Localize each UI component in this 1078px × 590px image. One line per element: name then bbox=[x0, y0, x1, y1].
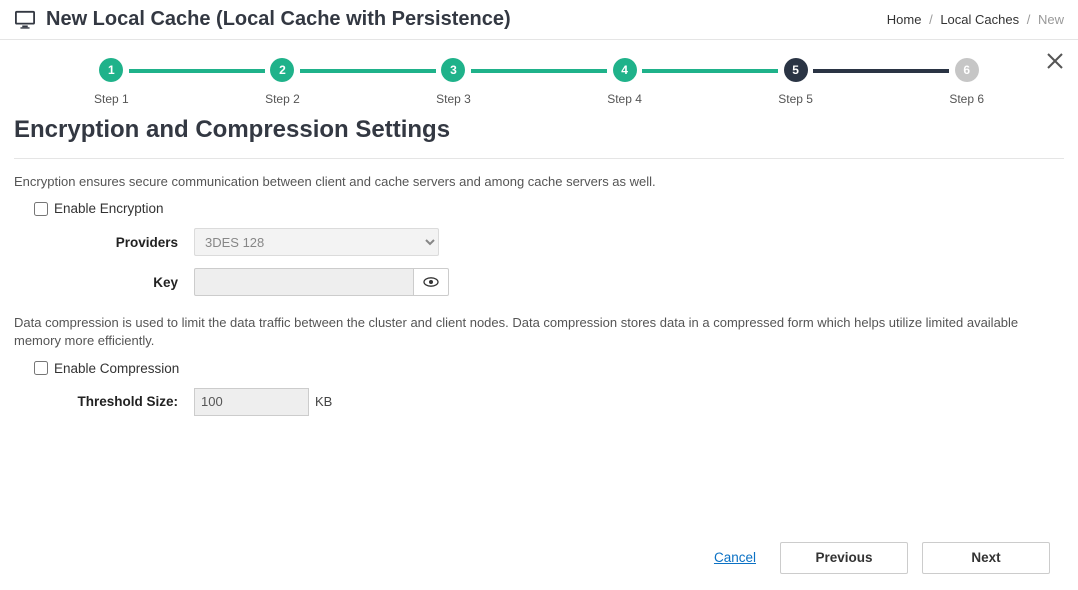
step-connector bbox=[642, 69, 778, 73]
divider bbox=[14, 158, 1064, 159]
step-label: Step 3 bbox=[436, 92, 471, 106]
enable-compression-label: Enable Compression bbox=[54, 361, 179, 376]
step-1[interactable]: 1 Step 1 bbox=[94, 58, 129, 106]
step-circle: 2 bbox=[270, 58, 294, 82]
breadcrumb-caches[interactable]: Local Caches bbox=[940, 12, 1019, 27]
section-title: Encryption and Compression Settings bbox=[14, 116, 1064, 144]
step-circle: 1 bbox=[99, 58, 123, 82]
threshold-unit: KB bbox=[315, 394, 332, 409]
providers-label: Providers bbox=[14, 235, 194, 250]
step-circle: 4 bbox=[613, 58, 637, 82]
close-button[interactable] bbox=[1046, 52, 1064, 70]
eye-icon bbox=[423, 277, 439, 287]
step-connector bbox=[471, 69, 607, 73]
enable-compression-row[interactable]: Enable Compression bbox=[34, 361, 1064, 376]
step-circle: 6 bbox=[955, 58, 979, 82]
enable-encryption-row[interactable]: Enable Encryption bbox=[34, 201, 1064, 216]
step-4[interactable]: 4 Step 4 bbox=[607, 58, 642, 106]
step-label: Step 6 bbox=[949, 92, 984, 106]
enable-compression-checkbox[interactable] bbox=[34, 361, 48, 375]
step-connector bbox=[300, 69, 436, 73]
step-connector bbox=[813, 69, 949, 73]
next-button[interactable]: Next bbox=[922, 542, 1050, 574]
enable-encryption-checkbox[interactable] bbox=[34, 202, 48, 216]
threshold-input[interactable] bbox=[194, 388, 309, 416]
step-label: Step 5 bbox=[778, 92, 813, 106]
step-label: Step 1 bbox=[94, 92, 129, 106]
breadcrumb-home[interactable]: Home bbox=[887, 12, 922, 27]
wizard-stepper: 1 Step 1 2 Step 2 3 Step 3 4 Step 4 5 Step 5 6 Step… bbox=[94, 58, 984, 106]
step-3[interactable]: 3 Step 3 bbox=[436, 58, 471, 106]
step-6[interactable]: 6 Step 6 bbox=[949, 58, 984, 106]
providers-select[interactable]: 3DES 128 bbox=[194, 228, 439, 256]
breadcrumb-current: New bbox=[1038, 12, 1064, 27]
key-label: Key bbox=[14, 275, 194, 290]
reveal-key-button[interactable] bbox=[414, 268, 449, 296]
monitor-icon bbox=[14, 10, 36, 30]
step-circle: 5 bbox=[784, 58, 808, 82]
page-title: New Local Cache (Local Cache with Persis… bbox=[46, 8, 511, 31]
step-5[interactable]: 5 Step 5 bbox=[778, 58, 813, 106]
breadcrumb: Home / Local Caches / New bbox=[887, 12, 1064, 27]
wizard-footer: Cancel Previous Next bbox=[14, 526, 1064, 590]
step-circle: 3 bbox=[441, 58, 465, 82]
step-label: Step 2 bbox=[265, 92, 300, 106]
step-label: Step 4 bbox=[607, 92, 642, 106]
step-2[interactable]: 2 Step 2 bbox=[265, 58, 300, 106]
step-connector bbox=[129, 69, 265, 73]
encryption-description: Encryption ensures secure communication … bbox=[14, 173, 1064, 191]
close-icon bbox=[1046, 52, 1064, 70]
compression-description: Data compression is used to limit the da… bbox=[14, 314, 1064, 350]
enable-encryption-label: Enable Encryption bbox=[54, 201, 164, 216]
threshold-label: Threshold Size: bbox=[14, 394, 194, 409]
header-bar: New Local Cache (Local Cache with Persis… bbox=[0, 0, 1078, 40]
previous-button[interactable]: Previous bbox=[780, 542, 908, 574]
key-input[interactable] bbox=[194, 268, 414, 296]
cancel-button[interactable]: Cancel bbox=[704, 544, 766, 571]
